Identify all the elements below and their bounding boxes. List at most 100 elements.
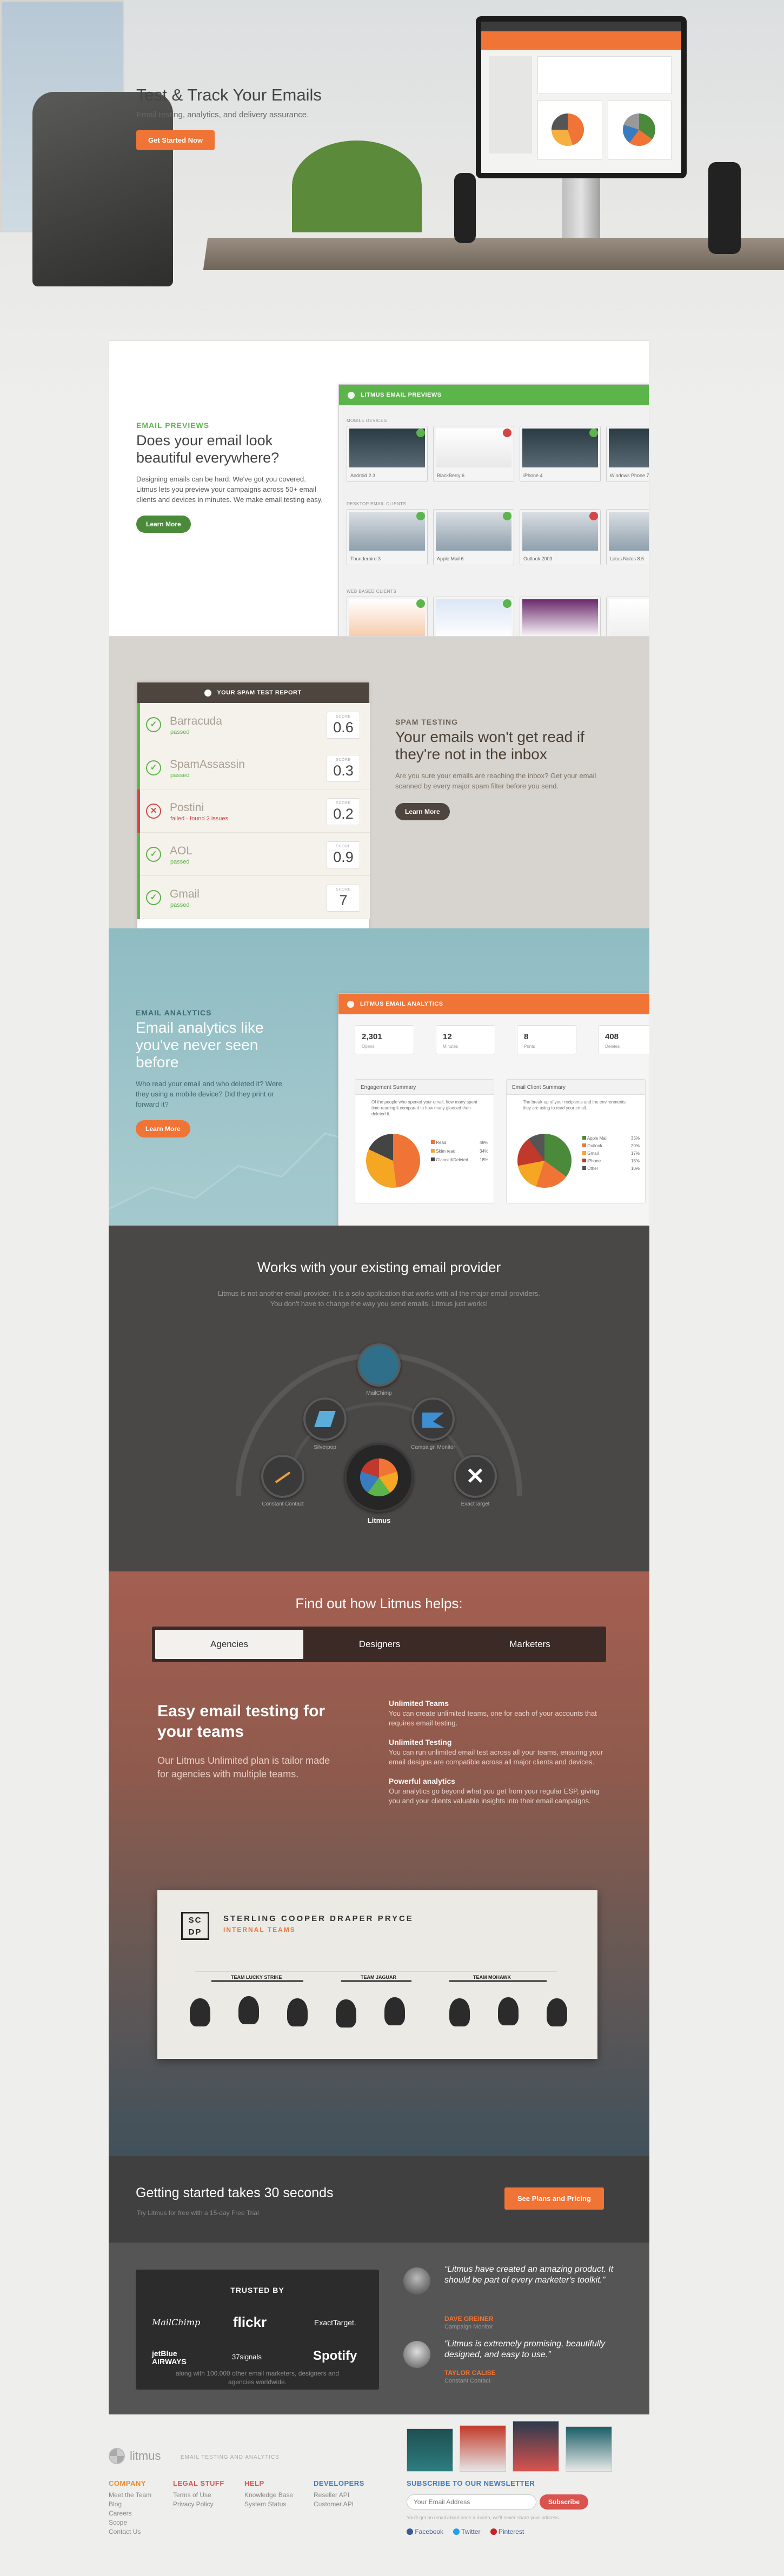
preview-thumb-apple-mail[interactable]: Apple Mail 6 [433,509,514,565]
subscribe-button[interactable]: Subscribe [540,2494,589,2510]
litmus-logo-icon [347,1001,354,1008]
spam-score: 7 [339,892,348,908]
previews-learn-more-button[interactable]: Learn More [136,516,191,533]
helps-copy: Easy email testing for your teams Our Li… [157,1701,336,1781]
tab-designers[interactable]: Designers [305,1630,454,1659]
footer-link[interactable]: Contact Us [109,2527,151,2537]
spam-score: 0.6 [333,719,354,735]
silverpop-icon[interactable] [303,1397,347,1441]
spam-panel: YOUR SPAM TEST REPORT ✓ Barracuda passed SC… [137,682,370,928]
footer-col-company: COMPANY Meet the Team Blog Careers Scope… [109,2479,152,2537]
spam-row-barracuda: ✓ Barracuda passed SCORE 0.6 [137,703,370,746]
newsletter-thumb [566,2426,612,2472]
group-label-web: WEB BASED CLIENTS [347,589,397,594]
check-circle-icon: ✓ [146,760,161,775]
feature-unlimited-testing: Unlimited Testing You can run unlimited e… [389,1738,603,1766]
preview-thumb-web-1[interactable] [347,597,428,636]
footer-link[interactable]: System Status [244,2500,293,2509]
team-member-avatar [449,1998,470,2026]
footer-link[interactable]: Meet the Team [109,2491,151,2500]
team-member-avatar [498,1997,519,2025]
team-label-2: TEAM JAGUAR [357,1975,400,1980]
preview-thumb-web-2[interactable] [433,597,514,636]
mailchimp-icon[interactable] [357,1343,401,1387]
monitor-screen [481,22,681,173]
footer-link[interactable]: Knowledge Base [244,2491,293,2500]
trusted-section: TRUSTED BY MailChimp flickr ExactTarget.… [109,2243,649,2414]
group-label-mobile: MOBILE DEVICES [347,418,387,423]
spam-score: 0.3 [333,762,354,779]
trusted-box: TRUSTED BY MailChimp flickr ExactTarget.… [136,2270,379,2390]
getting-started-section: Getting started takes 30 seconds Try Lit… [109,2156,649,2243]
twitter-link[interactable]: Twitter [453,2528,481,2535]
check-icon [589,429,598,437]
client-pie [517,1134,572,1188]
stat-opens: 2,301 Opens [355,1025,414,1054]
footer-tagline: EMAIL TESTING AND ANALYTICS [181,2454,280,2460]
footer-link[interactable]: Blog [109,2500,151,2509]
campaign-monitor-label: Campaign Monitor [411,1444,455,1450]
spam-row-spamassassin: ✓ SpamAssassin passed SCORE 0.3 [137,746,370,789]
previews-kicker: Email Previews [136,421,210,430]
litmus-hub-icon[interactable] [344,1443,414,1512]
footer-link[interactable]: Customer API [314,2500,364,2509]
newsletter-thumb [513,2421,559,2472]
37signals-logo: 37signals [232,2353,262,2361]
check-icon [503,512,511,520]
engagement-pie [366,1134,420,1188]
constant-contact-label: Constant Contact [262,1501,304,1507]
previews-panel-header: LITMUS EMAIL PREVIEWS [339,385,649,405]
spam-title: Your emails won't get read if they're no… [395,728,584,762]
analytics-learn-more-button[interactable]: Learn More [136,1120,190,1138]
preview-thumb-thunderbird[interactable]: Thunderbird 3 [347,509,428,565]
constant-contact-icon[interactable] [261,1455,304,1498]
analytics-panel: LITMUS EMAIL ANALYTICS 2,301 Opens 12 Minu… [338,993,649,1226]
tab-agencies[interactable]: Agencies [155,1630,303,1659]
plans-pricing-button[interactable]: See Plans and Pricing [504,2187,604,2210]
footer-col-developers: DEVELOPERS Reseller API Customer API [314,2479,364,2509]
team-member-avatar [547,1998,567,2026]
footer-link[interactable]: Scope [109,2518,151,2527]
newsletter-title: SUBSCRIBE TO OUR NEWSLETTER [407,2479,535,2487]
preview-thumb-iphone[interactable]: iPhone 4 [520,426,601,482]
exacttarget-logo: ExactTarget. [314,2318,356,2327]
previews-panel-title: LITMUS EMAIL PREVIEWS [361,392,442,398]
previews-copy: Email Previews Does your email look beau… [136,421,325,533]
preview-thumb-blackberry[interactable]: BlackBerry 6 [433,426,514,482]
footer-logo-text[interactable]: litmus [130,2449,161,2463]
spam-learn-more-button[interactable]: Learn More [395,803,450,820]
preview-thumb-outlook[interactable]: Outlook 2003 [520,509,601,565]
preview-thumb-web-4[interactable] [606,597,649,636]
client-card: Email Client Summary The break-up of you… [506,1079,646,1203]
helps-title: Find out how Litmus helps: [295,1595,463,1611]
spam-panel-header: YOUR SPAM TEST REPORT [137,683,369,703]
footer-link[interactable]: Privacy Policy [173,2500,224,2509]
preview-thumb-lotus[interactable]: Lotus Notes 8.5 [606,509,649,565]
exacttarget-icon[interactable]: ✕ [454,1455,497,1498]
pinterest-link[interactable]: Pinterest [490,2528,524,2535]
spam-list: ✓ Barracuda passed SCORE 0.6 ✓ SpamAssassin pa… [137,703,370,928]
getting-started-sub: Try Litmus for free with a 15-day Free T… [137,2209,259,2217]
get-started-button[interactable]: Get Started Now [136,130,215,150]
litmus-logo-icon [348,392,355,399]
litmus-footer-logo-icon[interactable] [109,2448,125,2464]
check-circle-icon: ✓ [146,717,161,732]
preview-thumb-android[interactable]: Android 2.3 [347,426,428,482]
footer-link[interactable]: Careers [109,2509,151,2518]
pinterest-icon [490,2528,497,2535]
getting-started-title: Getting started takes 30 seconds [136,2185,334,2200]
spam-copy: Spam Testing Your emails won't get read … [395,718,622,820]
team-label-3: TEAM MOHAWK [470,1975,514,1980]
preview-thumb-web-3[interactable] [520,597,601,636]
audience-tabs: Agencies Designers Marketers [152,1627,606,1662]
newsletter-thumbnails [407,2421,623,2473]
footer-link[interactable]: Reseller API [314,2491,364,2500]
facebook-link[interactable]: Facebook [407,2528,443,2535]
tab-marketers[interactable]: Marketers [456,1630,604,1659]
check-icon [503,599,511,608]
litmus-logo-icon [204,689,212,697]
footer-link[interactable]: Terms of Use [173,2491,224,2500]
preview-thumb-windows-phone[interactable]: Windows Phone 7 [606,426,649,482]
campaign-monitor-icon[interactable] [411,1397,455,1441]
newsletter-email-input[interactable] [407,2494,536,2510]
